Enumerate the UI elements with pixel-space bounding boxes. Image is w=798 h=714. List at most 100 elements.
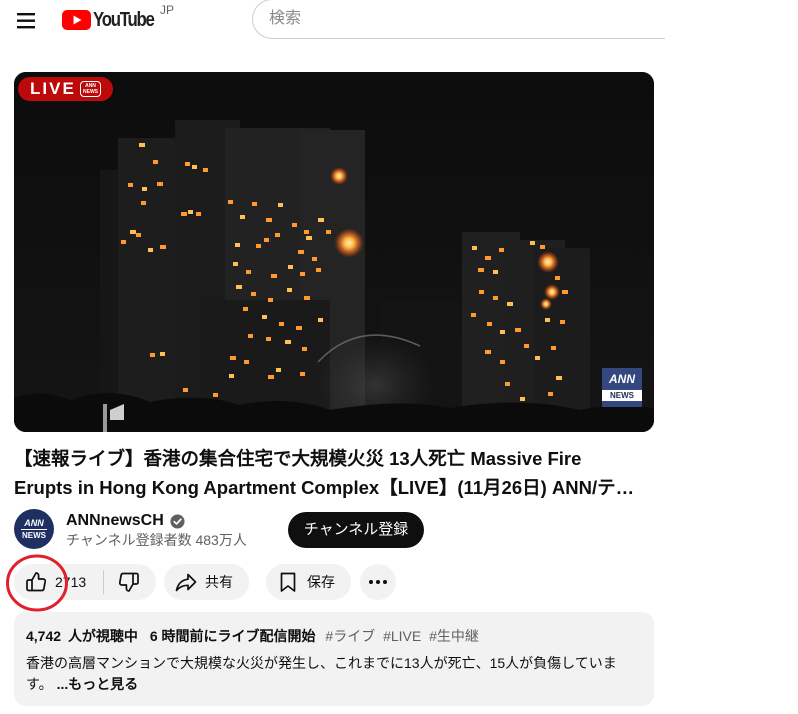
share-icon [175, 573, 197, 592]
more-dots-icon [369, 580, 387, 584]
show-more-link[interactable]: ...もっと見る [57, 676, 139, 692]
lit-window [500, 330, 505, 334]
save-label: 保存 [307, 574, 335, 590]
channel-watermark: ANN NEWS [602, 368, 642, 407]
lit-window [153, 160, 158, 164]
thumbs-down-icon [118, 572, 139, 592]
lit-window [555, 276, 560, 280]
video-player[interactable]: LIVE ANN NEWS ANN NEWS [14, 72, 654, 432]
lit-window [248, 334, 253, 338]
lit-window [264, 238, 269, 242]
fire-glow [537, 251, 559, 273]
stream-start-time: 6 時間前にライブ配信開始 [149, 628, 316, 644]
save-button[interactable]: 保存 [266, 564, 351, 600]
lit-window [530, 241, 535, 245]
lit-window [485, 350, 491, 354]
channel-name[interactable]: ANNnewsCH [66, 510, 164, 532]
live-badge-text: LIVE [30, 79, 76, 98]
lit-window [141, 201, 146, 205]
lit-window [298, 250, 304, 254]
lit-window [130, 230, 136, 234]
viewer-label: 人が視聴中 [67, 628, 138, 644]
lit-window [240, 215, 245, 219]
video-title: 【速報ライブ】香港の集合住宅で大規模火災 13人死亡 Massive Fire … [14, 444, 654, 502]
lit-window [551, 346, 556, 350]
lit-window [183, 388, 188, 392]
lit-window [228, 200, 233, 204]
lit-window [185, 162, 190, 166]
lit-window [545, 318, 550, 322]
lit-window [203, 168, 208, 172]
viewer-count: 4,742 [26, 628, 62, 644]
lit-window [121, 240, 126, 244]
lit-window [244, 360, 249, 364]
subscribe-button[interactable]: チャンネル登録 [288, 512, 424, 548]
lit-window [520, 397, 525, 401]
lit-window [285, 340, 291, 344]
share-button[interactable]: 共有 [164, 564, 249, 600]
lit-window [160, 352, 165, 356]
lit-window [229, 374, 234, 378]
lit-window [136, 233, 141, 237]
lit-window [276, 368, 281, 372]
lit-window [266, 337, 271, 341]
lit-window [471, 313, 476, 317]
lit-window [235, 243, 240, 247]
lit-window [300, 372, 305, 376]
video-title-line: 【速報ライブ】香港の集合住宅で大規模火災 13人死亡 Massive Fire [14, 448, 582, 469]
lit-window [196, 212, 201, 216]
lit-window [515, 328, 521, 332]
fire-glow [544, 284, 560, 300]
lit-window [507, 302, 513, 306]
hashtag-link[interactable]: #生中継 [429, 628, 479, 644]
watermark-top-text: ANN [609, 372, 635, 386]
lit-window [485, 256, 491, 260]
lit-window [318, 218, 324, 222]
highlight-circle-annotation [6, 554, 68, 612]
lit-window [499, 248, 504, 252]
lit-window [493, 296, 498, 300]
channel-name-row: ANNnewsCH [66, 510, 185, 532]
youtube-logo[interactable]: YouTube [62, 8, 158, 32]
lit-window [128, 183, 133, 187]
lit-window [548, 392, 553, 396]
avatar-logo-bottom: NEWS [22, 531, 46, 540]
fire-glow [540, 298, 552, 310]
hashtag-link[interactable]: #ライブ [325, 628, 375, 644]
fire-glow [334, 228, 364, 258]
street-pole [103, 404, 107, 432]
share-label: 共有 [205, 574, 233, 590]
lit-window [493, 270, 498, 274]
search-input[interactable] [252, 0, 665, 39]
menu-button[interactable] [10, 4, 42, 36]
lit-window [302, 347, 307, 351]
lit-window [312, 257, 317, 261]
lit-window [268, 298, 273, 302]
lit-window [292, 223, 297, 227]
fire-glow [330, 167, 348, 185]
lit-window [279, 322, 284, 326]
lit-window [304, 230, 309, 234]
channel-avatar[interactable]: ANN NEWS [14, 509, 54, 549]
hashtag-link[interactable]: #LIVE [383, 628, 421, 644]
lit-window [256, 244, 261, 248]
menu-icon [17, 13, 35, 29]
lit-window [213, 393, 218, 397]
description-meta: 4,742 人が視聴中 6 時間前にライブ配信開始 #ライブ #LIVE #生中… [26, 626, 479, 646]
lit-window [288, 265, 293, 269]
lit-window [251, 292, 256, 296]
video-title-line: Erupts in Hong Kong Apartment Complex【LI… [14, 477, 635, 498]
news-logo-icon: ANN NEWS [80, 81, 101, 97]
logo-text: YouTube [93, 9, 155, 31]
description-box[interactable]: 4,742 人が視聴中 6 時間前にライブ配信開始 #ライブ #LIVE #生中… [14, 612, 654, 706]
lit-window [560, 320, 565, 324]
lit-window [472, 246, 477, 250]
lit-window [562, 290, 568, 294]
dislike-button[interactable] [104, 564, 156, 600]
more-actions-button[interactable] [360, 564, 396, 600]
youtube-play-icon [62, 10, 91, 30]
lit-window [150, 353, 155, 357]
watermark-bottom-text: NEWS [602, 390, 642, 401]
lit-window [318, 318, 323, 322]
lit-window [271, 274, 277, 278]
